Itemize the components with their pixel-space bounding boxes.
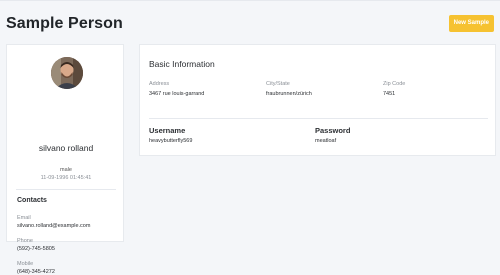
profile-gender: male [60, 167, 72, 173]
profile-dob: 11-09-1996 01:45:41 [40, 175, 92, 181]
city-state-label: City/State [266, 81, 290, 87]
zip-code-label: Zip Code [383, 81, 406, 87]
profile-name: silvano rolland [38, 143, 94, 153]
new-sample-button[interactable]: New Sample [448, 15, 494, 32]
username-value: heavybutterfly569 [149, 138, 193, 144]
mobile-value[interactable]: (648)-345-4272 [17, 269, 55, 275]
password-value: meatloaf [315, 138, 337, 144]
avatar [51, 57, 83, 89]
top-border [0, 0, 500, 1]
address-label: Address [149, 81, 170, 87]
divider [16, 189, 116, 190]
email-value[interactable]: silvano.rolland@example.com [17, 223, 90, 229]
city-state-value: fraubrunnen/zürich [266, 91, 312, 97]
basic-info-card: Basic Information Address 3467 rue louis… [139, 44, 496, 156]
page-title: Sample Person [6, 15, 123, 32]
basic-info-title: Basic Information [149, 59, 215, 69]
password-label: Password [315, 126, 351, 135]
phone-value[interactable]: (592)-745-5805 [17, 246, 55, 252]
username-label: Username [149, 126, 186, 135]
profile-card: silvano rolland male 11-09-1996 01:45:41… [6, 44, 124, 275]
address-value: 3467 rue louis-garrand [149, 91, 205, 97]
phone-label: Phone [17, 238, 33, 244]
email-label: Email [17, 215, 31, 221]
contacts-title: Contacts [17, 197, 47, 204]
divider [149, 118, 488, 119]
zip-code-value: 7451 [383, 91, 396, 97]
avatar-photo-icon [51, 57, 83, 89]
mobile-label: Mobile [17, 261, 34, 267]
